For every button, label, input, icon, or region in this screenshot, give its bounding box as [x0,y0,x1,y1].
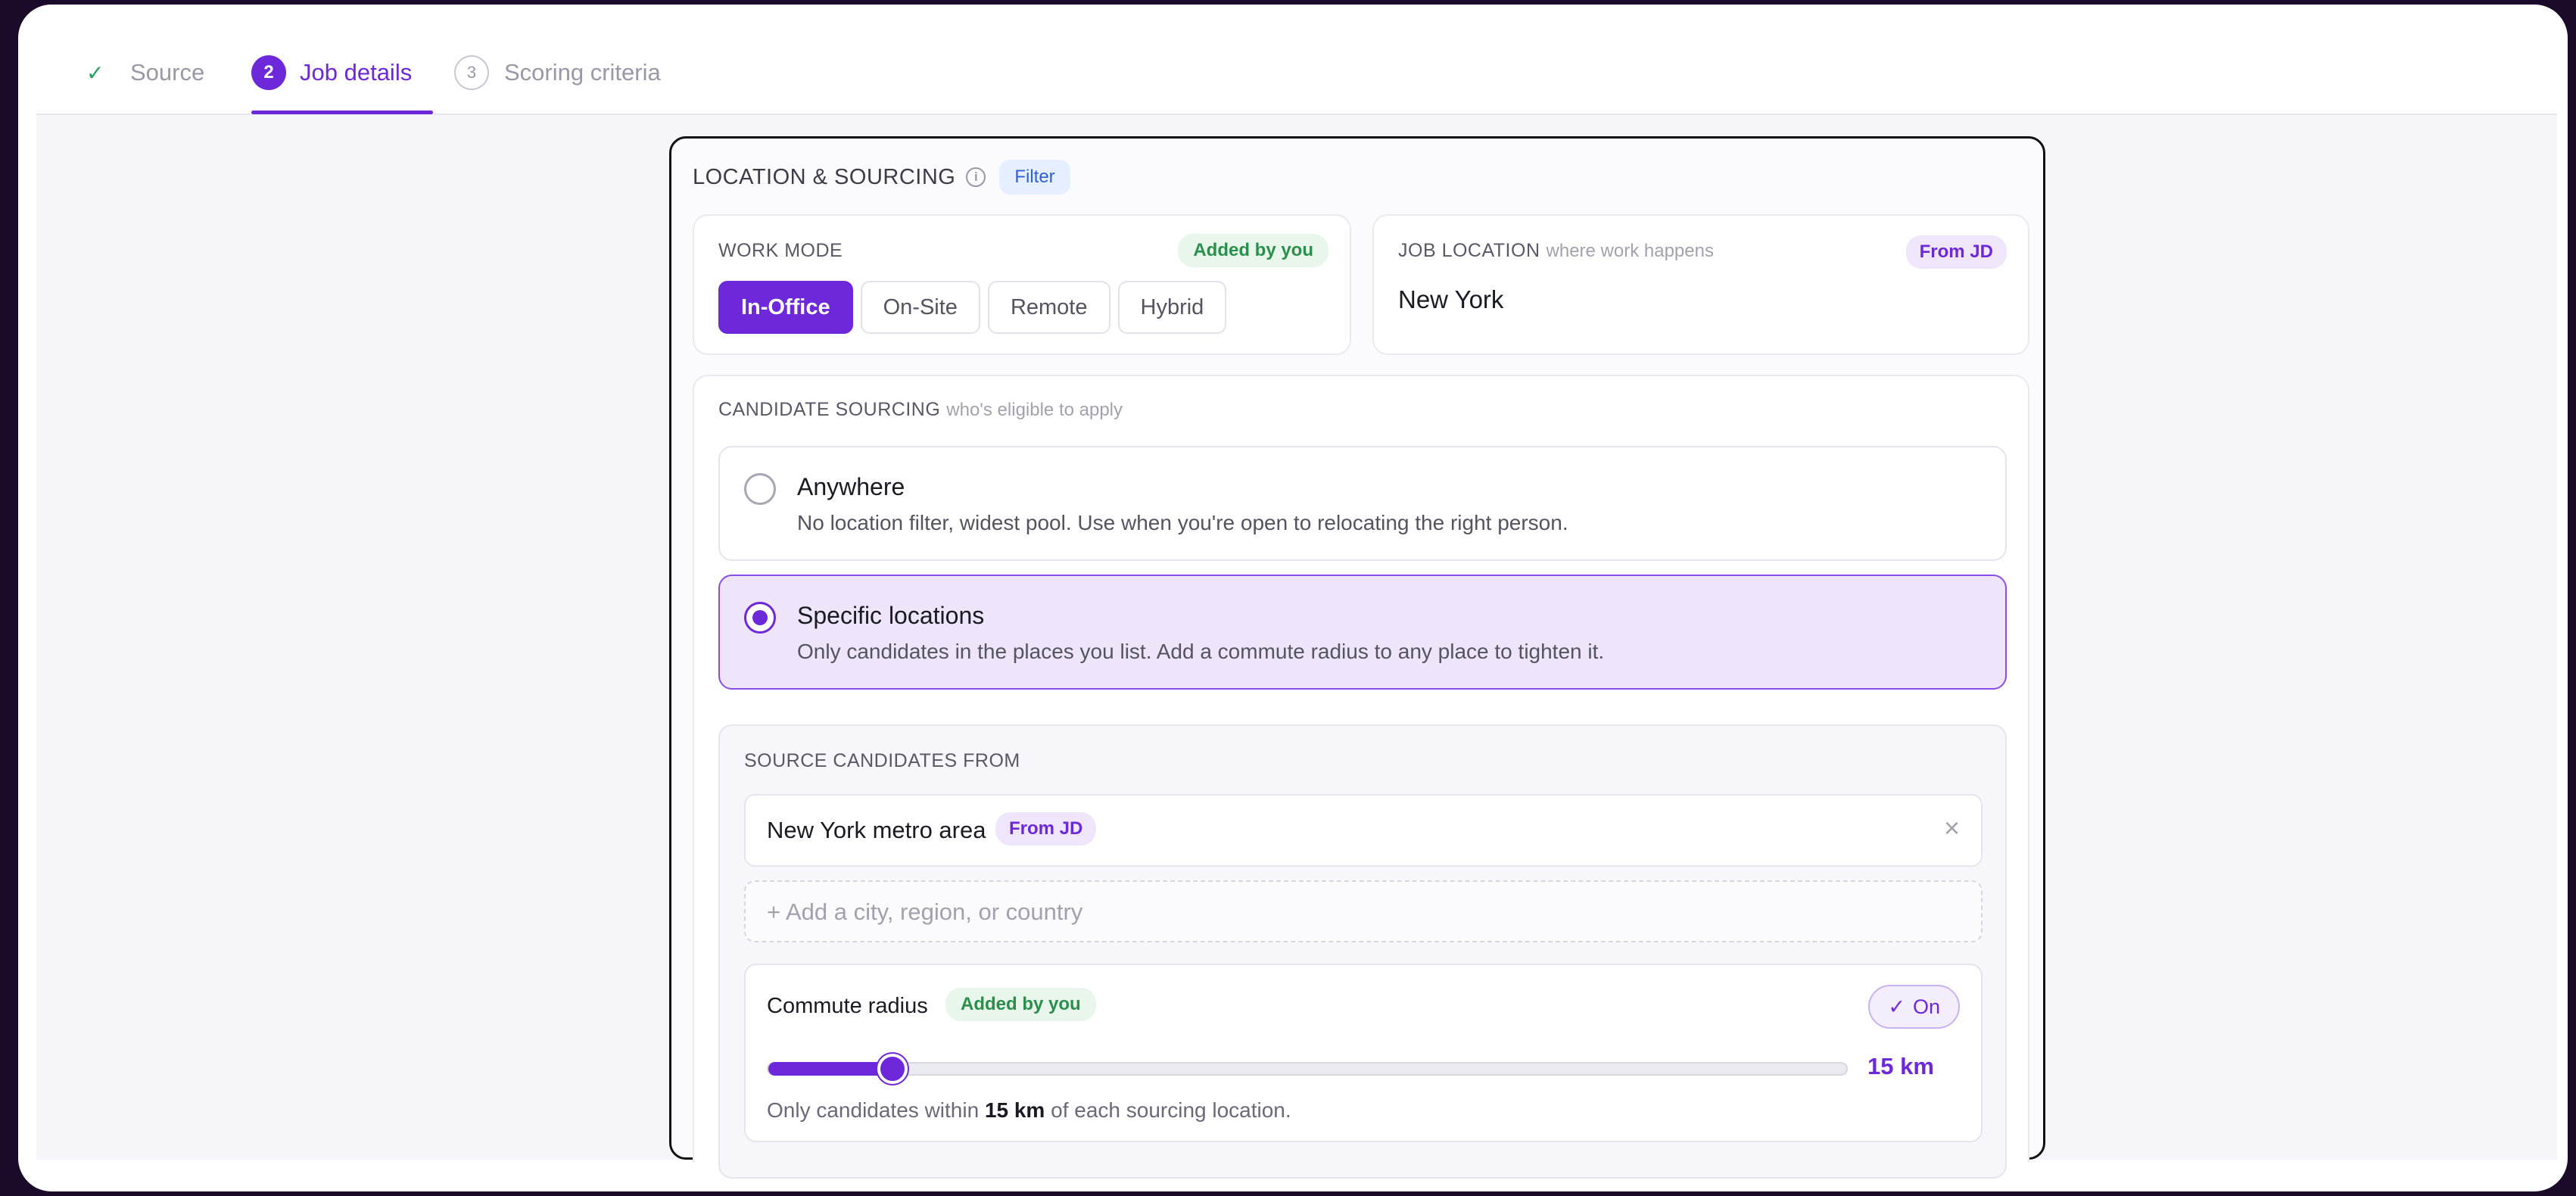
option-title: Anywhere [797,473,905,500]
sourcing-location-item: New York metro area From JD × [744,794,1983,867]
note-suffix: of each sourcing location. [1051,1098,1291,1122]
step-job-details[interactable]: 2 Job details [251,53,412,92]
step-number: 2 [251,55,286,90]
option-anywhere[interactable]: Anywhere No location filter, widest pool… [718,446,2007,561]
option-description: Only candidates in the places you list. … [797,640,1605,663]
step-number: 3 [454,55,489,90]
mode-remote-button[interactable]: Remote [987,281,1110,334]
job-location-label: JOB LOCATION where work happens [1398,240,1714,262]
card-header: LOCATION & SOURCING i Filter [693,160,1070,195]
candidate-sourcing-panel: CANDIDATE SOURCING who's eligible to appl… [693,375,2029,1179]
commute-radius-toggle[interactable]: ✓ On [1868,985,1960,1029]
checkmark-icon: ✓ [1888,995,1905,1018]
job-location-panel: JOB LOCATION where work happens From JD N… [1372,214,2029,355]
radius-note: Only candidates within 15 km of each sou… [767,1098,1291,1123]
work-mode-label: WORK MODE [718,240,843,261]
add-location-input[interactable]: + Add a city, region, or country [744,880,1983,942]
job-location-value[interactable]: New York [1398,285,1503,314]
option-title: Specific locations [797,602,985,629]
step-label: Scoring criteria [504,59,661,86]
radius-slider-thumb[interactable] [877,1054,908,1084]
candidate-sourcing-label: CANDIDATE SOURCING who's eligible to appl… [718,399,1123,421]
commute-radius-panel: Commute radius Added by you ✓ On 15 km O… [744,964,1983,1142]
note-value: 15 km [984,1098,1045,1122]
from-jd-badge: From JD [995,812,1097,846]
card-title: LOCATION & SOURCING [693,164,956,189]
radius-slider-fill [768,1062,892,1076]
filter-badge: Filter [999,160,1070,195]
step-source[interactable]: ✓ Source [86,53,204,92]
app-window: ✓ Source 2 Job details 3 Scoring criteri… [18,5,2568,1191]
option-description: No location filter, widest pool. Use whe… [797,511,1568,534]
note-prefix: Only candidates within [767,1098,980,1122]
mode-in-office-button[interactable]: In-Office [718,281,853,334]
added-by-you-badge: Added by you [945,988,1096,1021]
mode-on-site-button[interactable]: On-Site [860,281,980,334]
work-mode-options: In-Office On-Site Remote Hybrid [718,281,1227,334]
radius-value: 15 km [1867,1053,1934,1079]
job-location-title: JOB LOCATION [1398,240,1540,261]
close-icon[interactable]: × [1944,812,1960,844]
commute-radius-title: Commute radius [767,994,928,1018]
radio-unselected-icon[interactable] [744,473,776,505]
source-from-label: SOURCE CANDIDATES FROM [744,750,1020,771]
candidate-sourcing-title: CANDIDATE SOURCING [718,399,941,420]
option-specific-locations[interactable]: Specific locations Only candidates in th… [718,575,2007,690]
radio-selected-icon[interactable] [744,602,776,634]
location-name: New York metro area [767,817,986,843]
check-icon: ✓ [86,61,104,85]
work-mode-panel: WORK MODE Added by you In-Office On-Site… [693,214,1351,355]
active-step-indicator [251,111,433,114]
candidate-sourcing-hint: who's eligible to apply [946,400,1123,420]
toggle-label: On [1912,995,1940,1018]
radius-slider-track[interactable] [767,1054,1848,1084]
stepper: ✓ Source 2 Job details 3 Scoring criteri… [36,5,2557,115]
step-label: Job details [300,59,413,86]
step-label: Source [130,59,205,86]
job-location-hint: where work happens [1546,241,1714,261]
from-jd-badge: From JD [1905,235,2007,269]
added-by-you-badge: Added by you [1178,234,1328,267]
step-scoring-criteria[interactable]: 3 Scoring criteria [454,53,661,92]
mode-hybrid-button[interactable]: Hybrid [1117,281,1227,334]
location-sourcing-card: LOCATION & SOURCING i Filter WORK MODE A… [669,136,2045,1179]
info-icon[interactable]: i [966,167,986,187]
source-candidates-from-panel: SOURCE CANDIDATES FROM New York metro ar… [718,724,2007,1179]
